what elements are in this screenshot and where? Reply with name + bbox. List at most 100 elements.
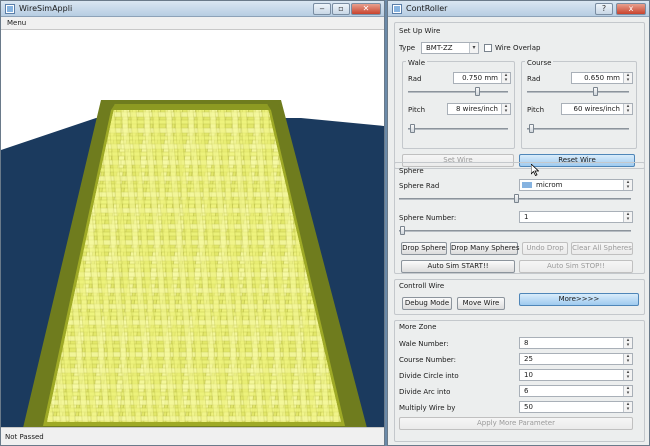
clear-all-spheres-button[interactable]: Clear All Spheres [571, 242, 633, 255]
maximize-icon: ▫ [338, 4, 344, 13]
controll-wire-heading: Controll Wire [399, 282, 445, 290]
wale-rad-slider-thumb[interactable] [475, 87, 480, 96]
sphere-rad-value-box [522, 182, 532, 188]
wire-overlap-label: Wire Overlap [495, 44, 541, 52]
help-button[interactable]: ? [595, 3, 613, 15]
undo-drop-button[interactable]: Undo Drop [522, 242, 568, 255]
close-button[interactable]: x [616, 3, 646, 15]
close-icon: ✕ [362, 4, 370, 13]
sphere-number-label: Sphere Number: [399, 214, 457, 222]
drop-many-spheres-button[interactable]: Drop Many Spheres [450, 242, 520, 255]
multiply-wire-label: Multiply Wire by [399, 404, 456, 412]
status-text: Not Passed [5, 433, 44, 441]
more-button[interactable]: More>>>> [519, 293, 639, 306]
type-label: Type [399, 44, 416, 52]
close-icon: x [628, 4, 634, 13]
drop-sphere-button[interactable]: Drop Sphere [401, 242, 447, 255]
minimize-button[interactable]: ‒ [313, 3, 331, 15]
sphere-rad-slider-thumb[interactable] [514, 194, 519, 203]
spin-arrows-icon[interactable]: ▴ ▾ [623, 104, 632, 114]
app-icon [392, 4, 402, 14]
wale-heading: Wale [406, 59, 428, 67]
sim-window: WireSimAppli ‒ ▫ ✕ Menu Not Passed [0, 0, 385, 446]
spin-arrows-icon[interactable]: ▴ ▾ [623, 402, 632, 412]
multiply-wire-field[interactable]: 50 ▴ ▾ [519, 401, 633, 413]
spin-arrows-icon[interactable]: ▴ ▾ [623, 73, 632, 83]
divide-circle-value: 10 [524, 371, 533, 379]
sphere-number-slider-track[interactable] [399, 230, 631, 232]
app-icon [5, 4, 15, 14]
spin-arrows-icon[interactable]: ▴ ▾ [623, 338, 632, 348]
menubar: Menu [1, 17, 384, 30]
multiply-wire-value: 50 [524, 403, 533, 411]
type-value: BMT-ZZ [426, 44, 453, 52]
wale-rad-value: 0.750 mm [462, 74, 498, 82]
wale-number-field[interactable]: 8 ▴ ▾ [519, 337, 633, 349]
divide-arc-label: Divide Arc into [399, 388, 451, 396]
debug-mode-button[interactable]: Debug Mode [402, 297, 452, 310]
statusbar: Not Passed [1, 427, 384, 445]
sphere-rad-label: Sphere Rad [399, 182, 440, 190]
course-pitch-slider-track[interactable] [527, 128, 629, 130]
course-rad-label: Rad [527, 75, 541, 83]
wale-rad-field[interactable]: 0.750 mm ▴ ▾ [453, 72, 511, 84]
wire-overlap-checkbox[interactable] [484, 44, 492, 52]
course-number-label: Course Number: [399, 356, 457, 364]
wale-pitch-field[interactable]: 8 wires/inch ▴ ▾ [447, 103, 511, 115]
spin-arrows-icon[interactable]: ▴ ▾ [623, 386, 632, 396]
wale-pitch-label: Pitch [408, 106, 426, 114]
course-rad-value: 0.650 mm [584, 74, 620, 82]
setup-wire-heading: Set Up Wire [399, 27, 441, 35]
course-rad-slider-thumb[interactable] [593, 87, 598, 96]
spin-arrows-icon[interactable]: ▴ ▾ [623, 180, 632, 190]
sphere-rad-field[interactable]: microm ▴ ▾ [519, 179, 633, 191]
wale-number-label: Wale Number: [399, 340, 449, 348]
move-wire-button[interactable]: Move Wire [457, 297, 505, 310]
course-number-value: 25 [524, 355, 533, 363]
sphere-number-value: 1 [524, 213, 529, 221]
wale-pitch-value: 8 wires/inch [455, 105, 498, 113]
divide-circle-label: Divide Circle into [399, 372, 459, 380]
apply-more-parameter-button[interactable]: Apply More Parameter [399, 417, 633, 430]
divide-arc-value: 6 [524, 387, 529, 395]
course-number-field[interactable]: 25 ▴ ▾ [519, 353, 633, 365]
wale-rad-label: Rad [408, 75, 422, 83]
maximize-button[interactable]: ▫ [332, 3, 350, 15]
wale-number-value: 8 [524, 339, 529, 347]
auto-sim-stop-button[interactable]: Auto Sim STOP!! [519, 260, 633, 273]
controller-titlebar[interactable]: ContRoller ? x [388, 1, 649, 17]
menu-item[interactable]: Menu [7, 19, 26, 27]
spin-arrows-icon[interactable]: ▴ ▾ [501, 104, 510, 114]
spin-arrows-icon[interactable]: ▴ ▾ [623, 354, 632, 364]
course-pitch-label: Pitch [527, 106, 545, 114]
spin-arrows-icon[interactable]: ▴ ▾ [623, 370, 632, 380]
sphere-heading: Sphere [399, 167, 424, 175]
course-rad-slider-track[interactable] [527, 91, 629, 93]
controller-window-title: ContRoller [406, 4, 448, 13]
controller-panel: Set Up Wire Type BMT-ZZ ▾ Wire Overlap W… [388, 17, 649, 445]
wire-mesh-render[interactable] [1, 30, 384, 428]
help-icon: ? [601, 4, 607, 13]
divide-arc-field[interactable]: 6 ▴ ▾ [519, 385, 633, 397]
more-zone-heading: More Zone [399, 323, 437, 331]
close-button[interactable]: ✕ [351, 3, 381, 15]
auto-sim-start-button[interactable]: Auto Sim START!! [401, 260, 515, 273]
sphere-number-field[interactable]: 1 ▴ ▾ [519, 211, 633, 223]
type-select[interactable]: BMT-ZZ ▾ [421, 42, 479, 54]
course-pitch-slider-thumb[interactable] [529, 124, 534, 133]
spin-arrows-icon[interactable]: ▴ ▾ [501, 73, 510, 83]
divide-circle-field[interactable]: 10 ▴ ▾ [519, 369, 633, 381]
sphere-rad-unit: microm [536, 181, 563, 189]
wale-pitch-slider-thumb[interactable] [410, 124, 415, 133]
course-pitch-value: 60 wires/inch [573, 105, 620, 113]
course-rad-field[interactable]: 0.650 mm ▴ ▾ [571, 72, 633, 84]
chevron-down-icon: ▾ [469, 43, 478, 53]
sphere-number-slider-thumb[interactable] [400, 226, 405, 235]
wire-3d-viewport[interactable] [1, 30, 384, 428]
wale-rad-slider-track[interactable] [408, 91, 508, 93]
wale-pitch-slider-track[interactable] [408, 128, 508, 130]
controller-window: ContRoller ? x Set Up Wire Type BMT-ZZ ▾… [387, 0, 650, 446]
spin-arrows-icon[interactable]: ▴ ▾ [623, 212, 632, 222]
sim-titlebar[interactable]: WireSimAppli ‒ ▫ ✕ [1, 1, 384, 17]
course-pitch-field[interactable]: 60 wires/inch ▴ ▾ [561, 103, 633, 115]
